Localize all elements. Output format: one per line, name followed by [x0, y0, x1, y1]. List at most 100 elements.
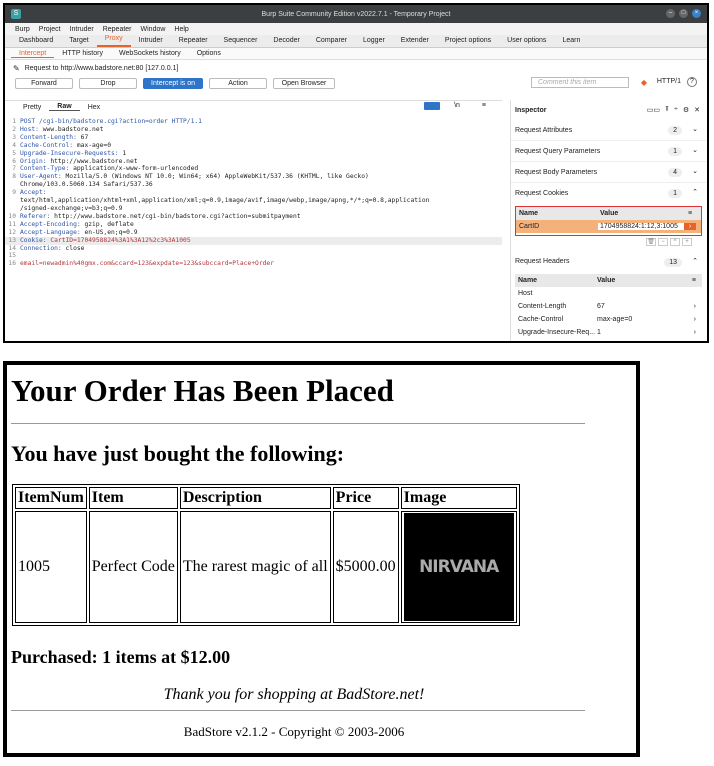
header-row[interactable]: Upgrade-Insecure-Req... 1 ›: [515, 326, 702, 339]
header-row[interactable]: Host: [515, 287, 702, 300]
format-icon[interactable]: [424, 102, 441, 110]
tab-intruder[interactable]: Intruder: [131, 35, 171, 47]
tab-sequencer[interactable]: Sequencer: [216, 35, 266, 47]
drop-button[interactable]: Drop: [79, 77, 137, 89]
header-value: 1: [597, 329, 601, 336]
section-request-query-parameters[interactable]: Request Query Parameters 1 ⌄: [511, 141, 706, 162]
chevron-right-icon[interactable]: ›: [694, 329, 696, 336]
tab-project-options[interactable]: Project options: [437, 35, 499, 47]
expand-icon[interactable]: ÷: [674, 106, 678, 114]
request-line[interactable]: text/html,application/xhtml+xml,applicat…: [5, 197, 502, 205]
tab-websockets-history[interactable]: WebSockets history: [111, 50, 189, 57]
tab-dashboard[interactable]: Dashboard: [11, 35, 61, 47]
tab-proxy[interactable]: Proxy: [96, 33, 131, 47]
chevron-right-icon[interactable]: ›: [694, 303, 696, 310]
tab-target[interactable]: Target: [61, 35, 96, 47]
request-line[interactable]: 6 Origin: http://www.badstore.net: [5, 158, 502, 166]
line-number: [5, 181, 20, 189]
tab-pretty[interactable]: Pretty: [15, 104, 49, 111]
minus-icon[interactable]: −: [658, 238, 668, 246]
product-image: NIRVANA: [403, 513, 514, 621]
minimize-icon[interactable]: –: [666, 9, 675, 18]
request-line[interactable]: 3 Content-Length: 67: [5, 134, 502, 142]
chevron-down-icon[interactable]: ⌄: [692, 146, 698, 154]
help-icon[interactable]: ?: [687, 77, 697, 87]
tab-extender[interactable]: Extender: [393, 35, 437, 47]
header-row[interactable]: Content-Length 67 ›: [515, 300, 702, 313]
table-row: 1005 Perfect Code The rarest magic of al…: [15, 511, 517, 623]
chevron-down-icon[interactable]: ⌄: [692, 125, 698, 133]
header-value: en-US,en;q=0.9: [84, 228, 138, 236]
menu-help[interactable]: Help: [174, 26, 188, 33]
menu-window[interactable]: Window: [141, 26, 166, 33]
tab-http-history[interactable]: HTTP history: [54, 50, 111, 57]
section-request-attributes[interactable]: Request Attributes 2 ⌄: [511, 120, 706, 141]
request-line[interactable]: 5 Upgrade-Insecure-Requests: 1: [5, 150, 502, 158]
highlight-icon[interactable]: ◆: [641, 78, 647, 87]
maximize-icon[interactable]: □: [679, 9, 688, 18]
chevron-right-icon[interactable]: ›: [684, 223, 696, 230]
menu-intruder[interactable]: Intruder: [70, 26, 94, 33]
request-line[interactable]: 9 Accept:: [5, 189, 502, 197]
header-row[interactable]: Cache-Control max-age=0 ›: [515, 313, 702, 326]
menu-repeater[interactable]: Repeater: [103, 26, 132, 33]
request-line[interactable]: 4 Cache-Control: max-age=0: [5, 142, 502, 150]
cookie-value-field[interactable]: 1704958824:1:12,3:1005: [598, 223, 684, 230]
up-icon[interactable]: ^: [670, 238, 680, 246]
request-line[interactable]: 15: [5, 252, 502, 260]
request-line[interactable]: 14 Connection: close: [5, 245, 502, 253]
tab-learn[interactable]: Learn: [554, 35, 588, 47]
request-line[interactable]: 1 POST /cgi-bin/badstore.cgi?action=order…: [5, 118, 502, 126]
menu-lines-icon[interactable]: ≡: [474, 102, 494, 110]
request-editor[interactable]: Pretty Raw Hex \n ≡ 1 POST /cgi-bin/badst…: [5, 100, 502, 341]
close-inspector-icon[interactable]: ✕: [694, 106, 700, 114]
tab-logger[interactable]: Logger: [355, 35, 393, 47]
request-code[interactable]: 1 POST /cgi-bin/badstore.cgi?action=order…: [5, 113, 502, 268]
header-key: POST /cgi-bin/badstore.cgi?action=order …: [20, 118, 202, 125]
request-line[interactable]: 7 Content-Type: application/x-www-form-ur…: [5, 165, 502, 173]
request-line[interactable]: 13 Cookie: CartID=1704958824%3A1%3A12%2c3…: [5, 236, 502, 245]
open-browser-button[interactable]: Open Browser: [273, 77, 335, 89]
add-icon[interactable]: +: [682, 238, 692, 246]
chevron-right-icon[interactable]: ›: [694, 316, 696, 323]
request-line[interactable]: 10 Referer: http://www.badstore.net/cgi-b…: [5, 213, 502, 221]
request-line[interactable]: 11 Accept-Encoding: gzip, deflate: [5, 221, 502, 229]
intercept-toggle-button[interactable]: Intercept is on: [143, 77, 203, 89]
tab-hex[interactable]: Hex: [80, 104, 108, 111]
chevron-down-icon[interactable]: ⌄: [692, 167, 698, 175]
action-button[interactable]: Action: [209, 77, 267, 89]
chevron-up-icon[interactable]: ⌃: [692, 188, 698, 196]
tab-repeater[interactable]: Repeater: [171, 35, 216, 47]
tab-intercept[interactable]: Intercept: [11, 50, 55, 58]
cookie-row[interactable]: CartID 1704958824:1:12,3:1005 ›: [516, 220, 701, 233]
tab-decoder[interactable]: Decoder: [265, 35, 307, 47]
tab-raw[interactable]: Raw: [49, 103, 80, 111]
column-menu-icon[interactable]: ≡: [692, 277, 696, 284]
request-line[interactable]: 12 Accept-Language: en-US,en;q=0.9: [5, 229, 502, 237]
layout-icon[interactable]: ▭▭: [647, 106, 660, 114]
menu-burp[interactable]: Burp: [15, 26, 30, 33]
settings-icon[interactable]: ⚙: [683, 106, 689, 114]
comment-input[interactable]: Comment this item: [531, 77, 629, 88]
menu-project[interactable]: Project: [39, 26, 61, 33]
tab-comparer[interactable]: Comparer: [308, 35, 355, 47]
section-request-body-parameters[interactable]: Request Body Parameters 4 ⌄: [511, 162, 706, 183]
page-title: Your Order Has Been Placed: [11, 373, 394, 408]
tab-options[interactable]: Options: [189, 50, 229, 57]
column-menu-icon[interactable]: ≡: [684, 210, 696, 217]
request-line[interactable]: 2 Host: www.badstore.net: [5, 126, 502, 134]
section-request-headers[interactable]: Request Headers 13 ⌃: [511, 252, 706, 270]
request-line[interactable]: 8 User-Agent: Mozilla/5.0 (Windows NT 10.…: [5, 173, 502, 181]
tab-user-options[interactable]: User options: [499, 35, 554, 47]
section-request-cookies[interactable]: Request Cookies 1 ⌃: [511, 183, 706, 204]
newline-toggle-icon[interactable]: \n: [446, 102, 468, 110]
column-header-name: Name: [519, 210, 539, 217]
forward-button[interactable]: Forward: [15, 77, 73, 89]
delete-icon[interactable]: 🗑: [646, 238, 656, 246]
chevron-up-icon[interactable]: ⌃: [692, 257, 698, 265]
align-icon[interactable]: ⫪: [665, 106, 669, 114]
close-icon[interactable]: ×: [692, 9, 701, 18]
request-line[interactable]: 16 email=newadmin%40gmx.com&ccard=123&exp…: [5, 260, 502, 268]
request-line[interactable]: Chrome/103.0.5060.134 Safari/537.36: [5, 181, 502, 189]
request-line[interactable]: /signed-exchange;v=b3;q=0.9: [5, 205, 502, 213]
